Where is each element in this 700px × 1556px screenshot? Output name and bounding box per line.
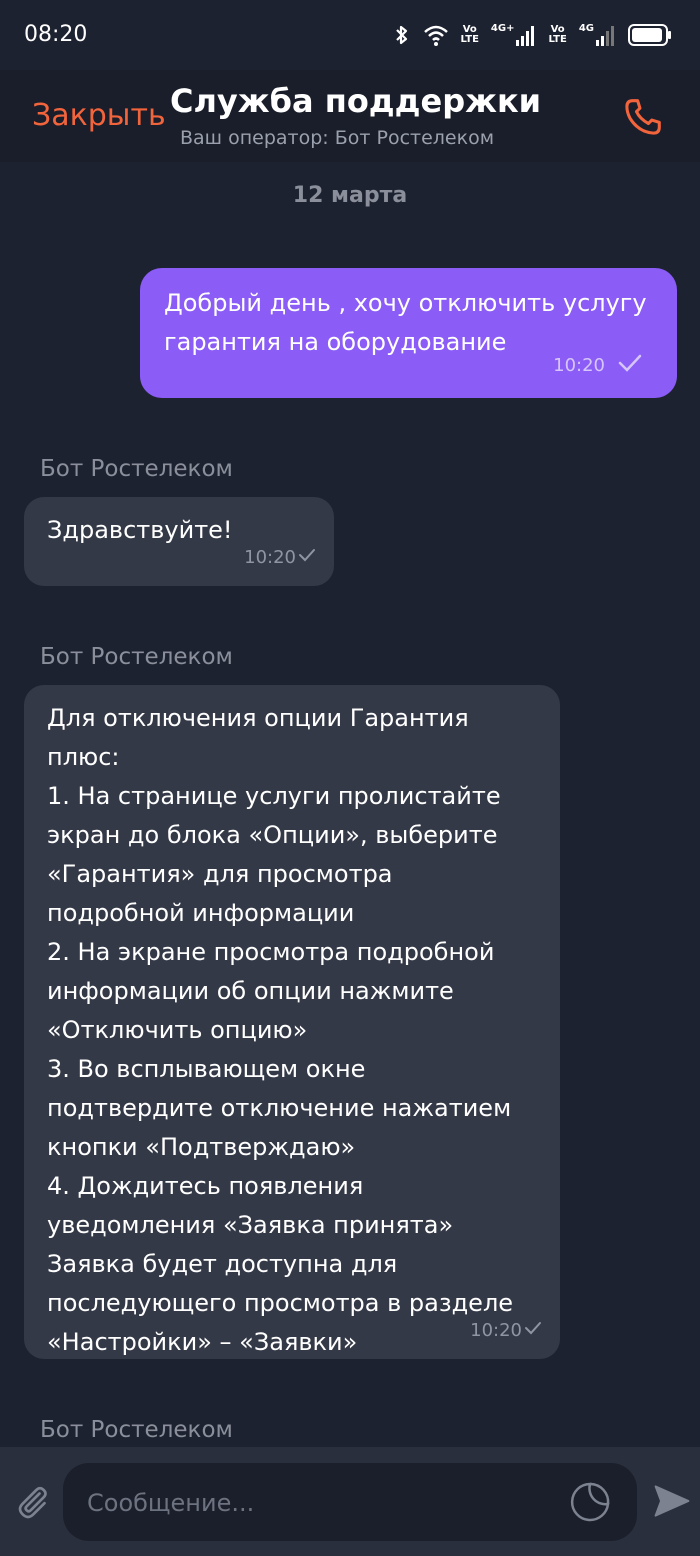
date-separator: 12 марта xyxy=(292,183,408,208)
message-box xyxy=(63,1463,637,1541)
wifi-icon xyxy=(423,24,449,46)
chat-header: Закрыть Служба поддержки Ваш оператор: Б… xyxy=(0,70,700,162)
message-text: Добрый день , хочу отключить услугу гара… xyxy=(164,289,647,356)
message-meta: 10:20 xyxy=(470,1320,542,1341)
phone-icon[interactable] xyxy=(620,94,666,140)
close-button[interactable]: Закрыть xyxy=(32,98,166,133)
send-icon[interactable] xyxy=(650,1479,694,1523)
page-title: Служба поддержки xyxy=(170,82,542,120)
check-icon xyxy=(617,353,643,378)
status-icons: Vo LTE 4G+ Vo LTE 4G xyxy=(393,20,672,50)
sender-name: Бот Ростелеком xyxy=(40,456,233,482)
signal-4g-plus-icon: 4G+ xyxy=(491,24,537,46)
volte-icon: Vo LTE xyxy=(548,24,567,45)
bluetooth-icon xyxy=(393,23,411,47)
check-icon xyxy=(524,1320,542,1341)
status-bar: 08:20 Vo LTE 4G+ Vo LTE 4G xyxy=(0,0,700,70)
volte-icon: Vo LTE xyxy=(460,24,479,45)
message-input[interactable] xyxy=(85,1483,549,1523)
sender-name: Бот Ростелеком xyxy=(40,644,233,670)
message-time: 10:20 xyxy=(470,1320,522,1341)
message-meta: 10:20 xyxy=(244,547,316,568)
operator-subtitle: Ваш оператор: Бот Ростелеком xyxy=(180,127,495,149)
battery-icon xyxy=(628,23,672,47)
sender-name: Бот Ростелеком xyxy=(40,1417,233,1443)
check-icon xyxy=(298,547,316,568)
paperclip-icon[interactable] xyxy=(12,1481,52,1521)
message-meta: 10:20 xyxy=(553,353,643,378)
message-composer xyxy=(0,1447,700,1556)
message-text: Для отключения опции Гарантия плюс: 1. Н… xyxy=(47,704,514,1356)
message-time: 10:20 xyxy=(553,355,605,376)
incoming-message[interactable]: Здравствуйте! 10:20 xyxy=(24,497,334,586)
incoming-message[interactable]: Для отключения опции Гарантия плюс: 1. Н… xyxy=(24,685,560,1359)
status-time: 08:20 xyxy=(24,22,88,47)
message-time: 10:20 xyxy=(244,547,296,568)
message-text: Здравствуйте! xyxy=(47,516,233,544)
signal-4g-icon: 4G xyxy=(579,24,616,46)
sticker-icon[interactable] xyxy=(568,1480,612,1524)
outgoing-message[interactable]: Добрый день , хочу отключить услугу гара… xyxy=(140,268,677,398)
